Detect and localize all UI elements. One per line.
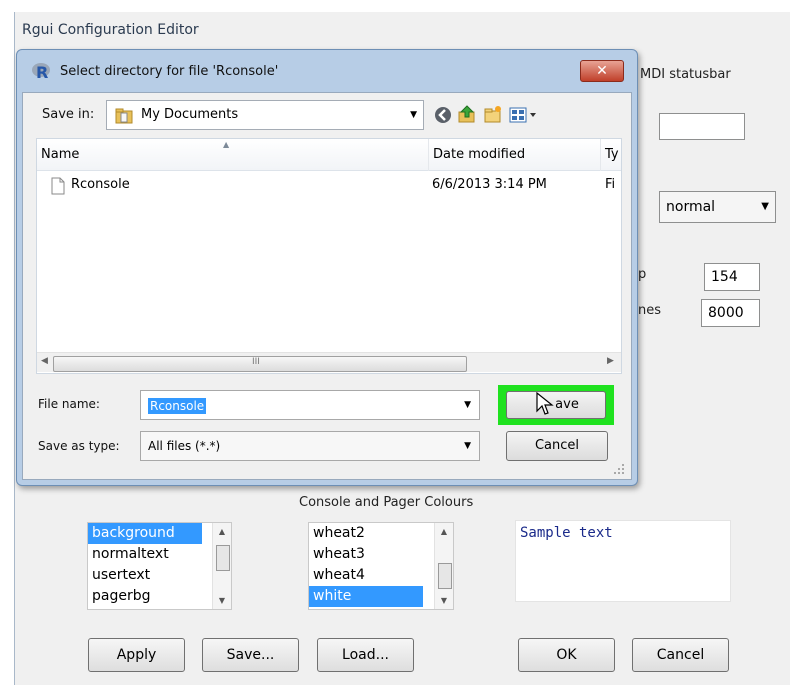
scroll-thumb[interactable] [216,545,230,571]
file-icon [51,177,65,195]
list-item[interactable]: background [88,523,202,544]
table-row[interactable]: Rconsole 6/6/2013 3:14 PM Fi [37,174,621,198]
file-name-cell: Rconsole [71,177,130,192]
chevron-down-icon: ▼ [464,441,471,451]
scroll-thumb[interactable]: III [53,356,467,372]
apply-button[interactable]: Apply [88,638,185,672]
file-date-cell: 6/6/2013 3:14 PM [432,177,547,192]
scroll-up-icon[interactable]: ▲ [435,527,453,536]
scroll-grip: III [252,357,260,367]
colour-item-list[interactable]: background normaltext usertext pagerbg ▲… [87,522,232,610]
chevron-down-icon[interactable]: ▼ [464,400,471,410]
scroll-left-icon[interactable]: ◀ [41,356,48,366]
config-editor-title: Rgui Configuration Editor [22,22,199,38]
list-item[interactable]: white [309,586,423,607]
scroll-up-icon[interactable]: ▲ [213,527,231,536]
colours-heading: Console and Pager Colours [299,495,474,510]
lines-label: nes [638,303,662,318]
style-select-value: normal [666,199,716,215]
close-icon[interactable]: ✕ [580,60,624,82]
save-in-label: Save in: [42,107,95,122]
chevron-down-icon: ▼ [410,110,417,120]
colour-name-list[interactable]: wheat2 wheat3 wheat4 white ▲ ▼ [308,522,454,610]
horizontal-scrollbar[interactable]: ◀ III ▶ [37,352,621,372]
mdi-statusbar-label: MDI statusbar [640,67,731,82]
new-folder-icon[interactable] [484,105,502,123]
load-button[interactable]: Load... [317,638,414,672]
save-button[interactable]: ave [506,391,606,419]
scroll-right-icon[interactable]: ▶ [607,356,614,366]
up-folder-icon[interactable] [458,105,476,123]
save-as-type-select[interactable]: All files (*.*) ▼ [140,431,480,461]
buffer-input[interactable]: 154 [704,263,760,291]
folder-icon [115,108,133,124]
column-date-modified[interactable]: Date modified [429,139,601,171]
save-as-type-label: Save as type: [38,439,120,453]
list-item[interactable]: wheat4 [309,565,423,586]
mouse-cursor-icon [536,392,554,415]
resize-grip-icon[interactable] [612,462,626,476]
dialog-cancel-button[interactable]: Cancel [506,431,608,461]
file-name-input[interactable]: Rconsole ▼ [140,390,480,420]
file-name-value: Rconsole [148,398,207,414]
sample-text-preview: Sample text [515,520,731,602]
lines-input[interactable]: 8000 [701,299,760,327]
r-logo-icon: R [32,63,50,81]
back-icon[interactable] [434,106,452,124]
scroll-down-icon[interactable]: ▼ [213,596,231,605]
file-name-label: File name: [38,397,100,411]
vertical-scrollbar[interactable]: ▲ ▼ [434,523,453,609]
svg-text:R: R [36,63,48,81]
views-menu-icon[interactable] [509,106,539,124]
file-list-header: Name ▲ Date modified Ty [37,139,621,171]
file-type-cell: Fi [605,177,616,192]
scroll-thumb[interactable] [438,563,452,589]
list-item[interactable]: normaltext [88,544,202,565]
chevron-down-icon: ▼ [761,201,769,212]
cancel-button[interactable]: Cancel [632,638,729,672]
save-in-value: My Documents [141,107,239,122]
list-item[interactable]: wheat2 [309,523,423,544]
vertical-scrollbar[interactable]: ▲ ▼ [212,523,231,609]
column-name[interactable]: Name ▲ [37,139,429,171]
save-settings-button[interactable]: Save... [202,638,299,672]
scroll-down-icon[interactable]: ▼ [435,596,453,605]
buffer-label: p [638,267,647,282]
column-name-label: Name [41,147,80,162]
column-type[interactable]: Ty [601,139,621,171]
style-select[interactable]: normal ▼ [659,191,776,223]
list-item[interactable]: usertext [88,565,202,586]
list-item[interactable]: pagerbg [88,586,202,607]
save-in-select[interactable]: My Documents ▼ [106,100,424,130]
list-item[interactable]: wheat3 [309,544,423,565]
sort-ascending-icon: ▲ [223,140,230,149]
dialog-title: Select directory for file 'Rconsole' [60,64,279,79]
save-as-type-value: All files (*.*) [148,439,221,453]
text-field[interactable] [659,113,745,140]
ok-button[interactable]: OK [518,638,615,672]
